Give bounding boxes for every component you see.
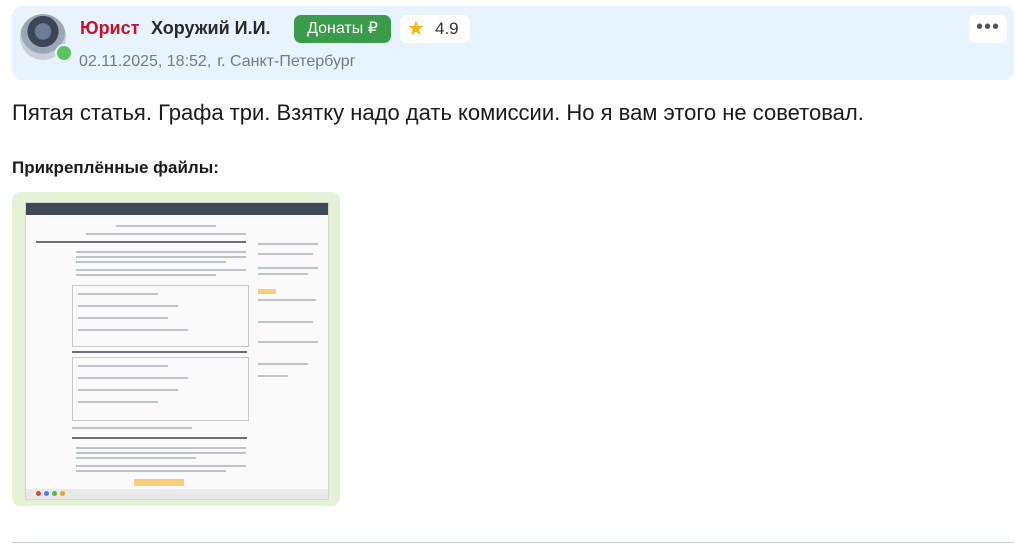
post-date: 02.11.2025, 18:52,	[79, 53, 212, 70]
rating-value: 4.9	[435, 19, 459, 38]
post-city: г. Санкт-Петербург	[217, 53, 356, 70]
author-name[interactable]: Хоружий И.И.	[151, 18, 271, 39]
online-status-icon	[55, 44, 73, 62]
star-icon: ★	[407, 18, 425, 40]
attachment-thumbnail[interactable]	[12, 192, 340, 506]
rating-badge: ★ 4.9	[400, 15, 470, 43]
document-preview-image	[25, 202, 329, 500]
author-role: Юрист	[80, 18, 140, 38]
more-dots-icon[interactable]: •••	[969, 15, 1007, 43]
post-header: Юрист Хоружий И.И. Донаты ₽ ★ 4.9 02.11.…	[12, 6, 1014, 80]
post-divider	[12, 542, 1014, 543]
post-meta: 02.11.2025, 18:52, г. Санкт-Петербург	[79, 53, 356, 71]
attachments-title: Прикреплённые файлы:	[12, 158, 219, 177]
donate-button[interactable]: Донаты ₽	[294, 15, 391, 43]
post-message: Пятая статья. Графа три. Взятку надо дат…	[12, 100, 864, 125]
